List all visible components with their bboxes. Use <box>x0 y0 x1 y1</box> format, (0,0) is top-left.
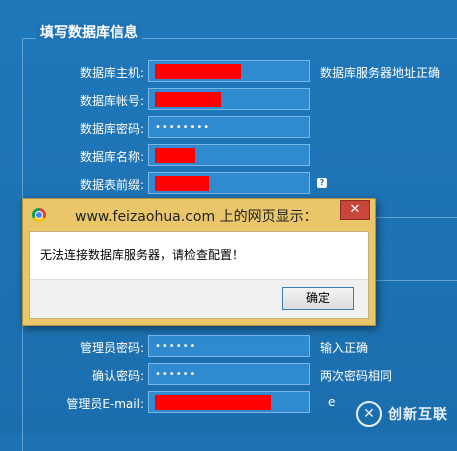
db-user-label: 数据库帐号: <box>79 94 144 108</box>
table-prefix-row: 数据表前缀: ? <box>0 172 457 196</box>
ok-button[interactable]: 确定 <box>282 287 354 310</box>
admin-email-label: 管理员E-mail: <box>66 397 144 411</box>
confirm-password-row: 确认密码: •••••• 两次密码相同 <box>0 363 457 387</box>
admin-email-hint: e <box>328 395 336 409</box>
table-prefix-label: 数据表前缀: <box>79 178 144 192</box>
db-user-input[interactable] <box>148 88 310 110</box>
masked-password: •••••• <box>155 368 197 380</box>
db-host-label: 数据库主机: <box>79 66 144 80</box>
admin-email-input[interactable] <box>148 391 310 413</box>
close-button[interactable]: ✕ <box>340 200 370 220</box>
confirm-password-input[interactable]: •••••• <box>148 363 310 385</box>
table-prefix-input[interactable] <box>148 172 310 194</box>
alert-dialog: www.feizaohua.com 上的网页显示： ✕ 无法连接数据库服务器，请… <box>22 198 376 326</box>
confirm-password-label: 确认密码: <box>91 369 144 383</box>
db-host-input[interactable] <box>148 60 310 82</box>
redacted-value <box>155 91 221 107</box>
db-host-hint: 数据库服务器地址正确 <box>320 66 441 80</box>
db-user-row: 数据库帐号: <box>0 88 457 112</box>
redacted-value <box>155 63 241 79</box>
redacted-value <box>155 175 209 191</box>
watermark: ✕ 创新互联 <box>356 398 456 430</box>
admin-password-label: 管理员密码: <box>79 341 144 355</box>
redacted-value <box>155 394 271 410</box>
db-password-input[interactable]: •••••••• <box>148 116 310 138</box>
confirm-password-hint: 两次密码相同 <box>320 369 393 383</box>
section-title: 填写数据库信息 <box>36 22 142 42</box>
db-name-input[interactable] <box>148 144 310 166</box>
dialog-body: 无法连接数据库服务器，请检查配置！ 确定 <box>29 231 369 319</box>
chrome-icon <box>32 208 46 222</box>
db-password-label: 数据库密码: <box>79 122 144 136</box>
watermark-text: 创新互联 <box>388 407 448 423</box>
dialog-message: 无法连接数据库服务器，请检查配置！ <box>40 248 245 262</box>
masked-password: •••••••• <box>155 121 211 133</box>
db-name-row: 数据库名称: <box>0 144 457 168</box>
admin-password-row: 管理员密码: •••••• 输入正确 <box>0 335 457 359</box>
help-icon[interactable]: ? <box>317 178 327 188</box>
db-host-row: 数据库主机: 数据库服务器地址正确 <box>0 60 457 84</box>
redacted-value <box>155 147 195 163</box>
admin-password-input[interactable]: •••••• <box>148 335 310 357</box>
masked-password: •••••• <box>155 340 197 352</box>
db-password-row: 数据库密码: •••••••• <box>0 116 457 140</box>
dialog-titlebar[interactable]: www.feizaohua.com 上的网页显示： ✕ <box>23 199 375 231</box>
watermark-logo-icon: ✕ <box>356 401 382 427</box>
admin-password-hint: 输入正确 <box>320 341 369 355</box>
db-name-label: 数据库名称: <box>79 150 144 164</box>
dialog-title: www.feizaohua.com 上的网页显示： <box>75 209 318 225</box>
dialog-footer: 确定 <box>30 279 368 318</box>
